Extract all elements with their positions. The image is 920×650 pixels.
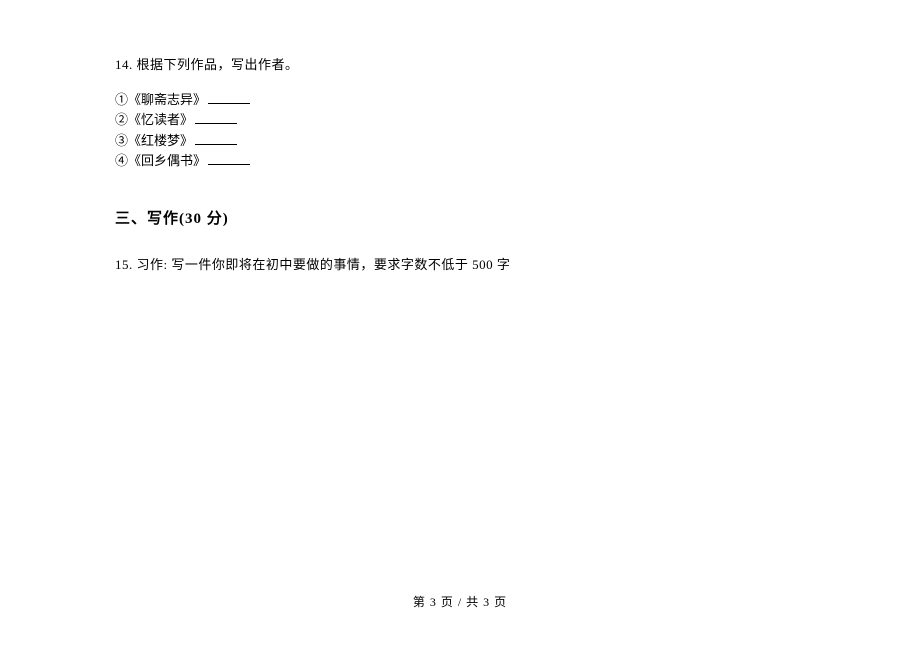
page-footer: 第 3 页 / 共 3 页	[0, 593, 920, 610]
answer-blank[interactable]	[195, 132, 237, 145]
question-number: 14.	[115, 57, 133, 72]
list-item: ①《聊斋志异》	[115, 90, 805, 110]
answer-blank[interactable]	[208, 152, 250, 165]
item-title: 《聊斋志异》	[128, 92, 206, 107]
question-14-prompt: 14. 根据下列作品，写出作者。	[115, 55, 805, 76]
item-number: ①	[115, 92, 128, 107]
item-title: 《回乡偶书》	[128, 153, 206, 168]
question-number: 15.	[115, 257, 133, 272]
question-14-items: ①《聊斋志异》 ②《忆读者》 ③《红楼梦》 ④《回乡偶书》	[115, 90, 805, 171]
answer-blank[interactable]	[195, 111, 237, 124]
question-15: 15. 习作: 写一件你即将在初中要做的事情，要求字数不低于 500 字	[115, 254, 545, 276]
item-title: 《忆读者》	[128, 112, 193, 127]
item-title: 《红楼梦》	[128, 133, 193, 148]
list-item: ②《忆读者》	[115, 110, 805, 130]
item-number: ③	[115, 133, 128, 148]
question-14: 14. 根据下列作品，写出作者。 ①《聊斋志异》 ②《忆读者》 ③《红楼梦》 ④…	[115, 55, 805, 171]
item-number: ②	[115, 112, 128, 127]
section-3-header: 三、写作(30 分)	[115, 207, 805, 228]
list-item: ③《红楼梦》	[115, 131, 805, 151]
question-prompt-text: 根据下列作品，写出作者。	[137, 57, 299, 72]
answer-blank[interactable]	[208, 91, 250, 104]
page-content: 14. 根据下列作品，写出作者。 ①《聊斋志异》 ②《忆读者》 ③《红楼梦》 ④…	[0, 0, 920, 276]
list-item: ④《回乡偶书》	[115, 151, 805, 171]
question-prompt-text: 习作: 写一件你即将在初中要做的事情，要求字数不低于 500 字	[137, 257, 511, 272]
item-number: ④	[115, 153, 128, 168]
